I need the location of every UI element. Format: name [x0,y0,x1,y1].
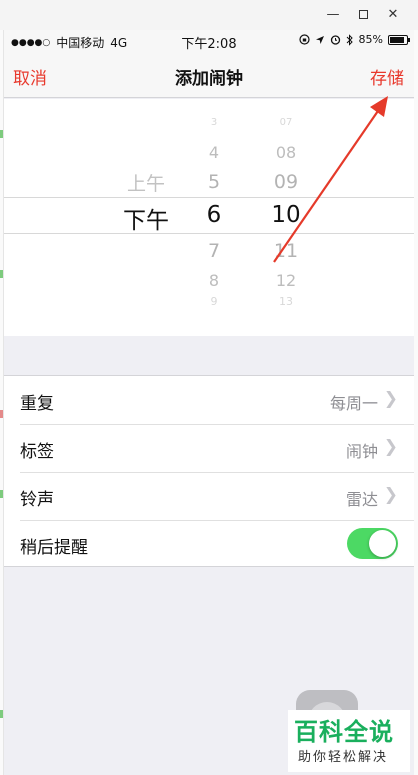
save-button[interactable]: 存储 [370,64,404,89]
close-button[interactable]: ✕ [378,6,408,24]
setting-row-label[interactable]: 标签 闹钟 ❯ [20,424,414,472]
setting-value: 每周一 [329,394,378,413]
orientation-lock-icon [298,34,310,45]
maximize-icon [358,10,368,19]
minimize-button[interactable]: — [318,6,348,24]
picker-hour-option[interactable]: 5 [189,171,239,193]
picker-hour-option[interactable]: 4 [189,143,239,162]
strip-mark [0,130,3,138]
time-picker[interactable]: 上午 下午 3 4 5 6 7 8 9 07 08 09 10 11 12 13 [4,99,414,336]
setting-row-snooze: 稍后提醒 [20,520,414,568]
toggle-knob [369,530,396,557]
setting-value: 闹钟 [345,442,378,461]
picker-minute-option[interactable]: 11 [261,240,311,262]
background-window-strip-right [414,30,418,775]
picker-minute-option[interactable]: 09 [261,171,311,193]
strip-mark [0,270,3,278]
setting-label: 标签 [20,442,54,462]
picker-hour-option[interactable]: 7 [189,240,239,262]
maximize-button[interactable] [348,6,378,24]
picker-minute-option[interactable]: 12 [261,271,311,290]
watermark-subtitle: 助你轻松解决 [298,750,389,765]
setting-row-repeat[interactable]: 重复 每周一 ❯ [20,376,414,424]
picker-ampm-selected[interactable]: 下午 [116,201,176,235]
picker-minute-option[interactable]: 08 [261,143,311,162]
picker-selection-line-bottom [4,233,414,234]
strip-mark [0,410,3,418]
picker-ampm-option[interactable]: 上午 [116,169,176,196]
picker-minute-selected[interactable]: 10 [261,202,311,228]
strip-mark [0,490,3,498]
chevron-right-icon: ❯ [383,389,398,409]
status-bar: ●●●●○ 中国移动 4G 下午2:08 85% [4,30,414,52]
picker-hour-option[interactable]: 8 [189,271,239,290]
setting-value: 雷达 [345,490,378,509]
picker-hour-option[interactable]: 3 [189,117,239,128]
picker-selection-line-top [4,197,414,198]
battery-icon [388,34,410,45]
navigation-bar: 取消 添加闹钟 存储 [4,52,414,98]
watermark: 百科全说 助你轻松解决 [288,710,410,772]
bluetooth-icon [346,33,353,46]
alarm-settings-list: 重复 每周一 ❯ 标签 闹钟 ❯ 铃声 雷达 ❯ 稍后提醒 [4,375,414,567]
battery-percent: 85% [358,33,383,46]
phone-screen: ●●●●○ 中国移动 4G 下午2:08 85% 取消 添加闹钟 存储 上午 下… [4,30,414,775]
setting-label: 铃声 [20,490,54,510]
page-title: 添加闹钟 [175,69,243,89]
snooze-toggle[interactable] [347,528,398,559]
window-title-bar: — ✕ [0,0,418,30]
picker-minute-option[interactable]: 13 [261,295,311,308]
strip-mark [0,710,3,718]
watermark-title: 百科全说 [294,718,394,746]
picker-hour-selected[interactable]: 6 [189,202,239,228]
picker-hour-option[interactable]: 9 [189,295,239,308]
picker-minute-option[interactable]: 07 [261,117,311,128]
location-icon [315,35,324,44]
setting-row-sound[interactable]: 铃声 雷达 ❯ [20,472,414,520]
chevron-right-icon: ❯ [383,485,398,505]
setting-label: 重复 [20,394,54,414]
alarm-icon [330,35,340,45]
chevron-right-icon: ❯ [383,437,398,457]
setting-label: 稍后提醒 [20,538,88,558]
